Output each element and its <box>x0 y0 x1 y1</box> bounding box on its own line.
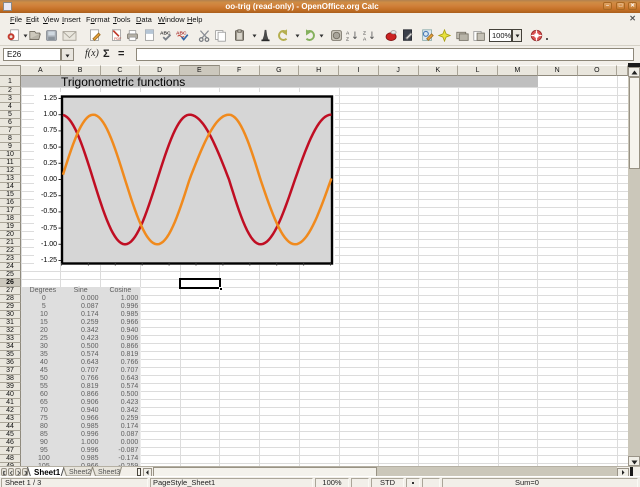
svg-text:A: A <box>346 30 350 36</box>
svg-text:A: A <box>363 36 367 42</box>
svg-text:Z: Z <box>346 36 349 42</box>
svg-text:Z: Z <box>363 30 366 36</box>
svg-text:PDF: PDF <box>114 37 122 41</box>
